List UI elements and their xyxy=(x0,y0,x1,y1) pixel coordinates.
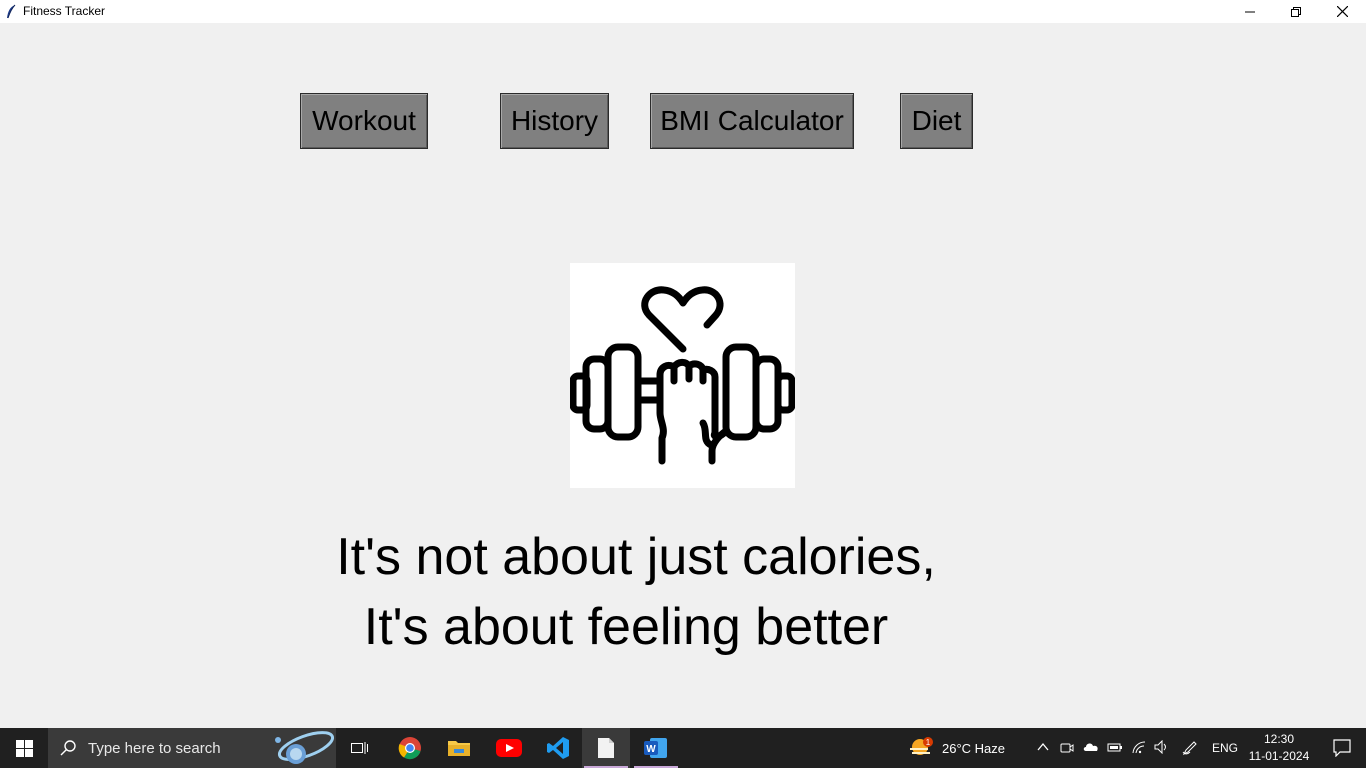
svg-text:W: W xyxy=(646,744,656,755)
youtube-icon xyxy=(496,739,522,757)
restore-button[interactable] xyxy=(1273,0,1319,23)
dumbbell-heart-icon xyxy=(570,286,795,465)
meet-icon[interactable] xyxy=(1060,740,1074,756)
history-button[interactable]: History xyxy=(500,93,609,149)
onedrive-icon[interactable] xyxy=(1082,740,1100,754)
youtube-app[interactable] xyxy=(485,728,533,768)
search-highlight-icon xyxy=(275,731,335,764)
start-button[interactable] xyxy=(0,728,48,768)
chrome-app[interactable] xyxy=(386,728,434,768)
restore-icon xyxy=(1291,6,1301,17)
quote-line-2: It's about feeling better xyxy=(363,598,889,656)
notepad-app[interactable] xyxy=(582,728,630,768)
weather-badge-count: 1 xyxy=(926,738,931,747)
language-indicator[interactable]: ENG xyxy=(1212,741,1238,755)
close-icon xyxy=(1336,6,1348,17)
notification-icon xyxy=(1333,739,1351,757)
task-view-button[interactable] xyxy=(336,728,384,768)
search-box[interactable]: Type here to search xyxy=(48,728,336,768)
vscode-app[interactable] xyxy=(534,728,582,768)
clock[interactable]: 12:30 11-01-2024 xyxy=(1248,731,1310,765)
battery-icon[interactable] xyxy=(1107,740,1123,754)
taskbar: Type here to search W 1 26°C Haze ENG 12… xyxy=(0,728,1366,768)
notification-button[interactable] xyxy=(1318,728,1366,768)
window-title: Fitness Tracker xyxy=(23,4,106,18)
word-app[interactable]: W xyxy=(632,728,680,768)
weather-widget[interactable]: 1 26°C Haze xyxy=(908,728,1005,768)
clock-date: 11-01-2024 xyxy=(1248,749,1310,763)
clock-time: 12:30 xyxy=(1263,732,1295,746)
chevron-up-icon[interactable] xyxy=(1036,740,1050,754)
task-view-icon xyxy=(351,742,368,754)
weather-text: 26°C Haze xyxy=(942,740,1006,756)
volume-icon[interactable] xyxy=(1154,740,1170,754)
search-icon xyxy=(60,740,76,756)
close-button[interactable] xyxy=(1319,0,1365,23)
windows-icon xyxy=(15,739,33,757)
word-icon: W xyxy=(644,738,667,758)
vscode-icon xyxy=(547,737,569,759)
pen-icon[interactable] xyxy=(1182,740,1198,756)
minimize-icon xyxy=(1245,11,1255,12)
wifi-icon[interactable] xyxy=(1131,740,1147,754)
minimize-button[interactable] xyxy=(1227,0,1273,23)
document-icon xyxy=(598,738,614,758)
weather-haze-icon: 1 xyxy=(910,737,933,755)
bmi-calculator-button[interactable]: BMI Calculator xyxy=(650,93,854,149)
file-explorer-app[interactable] xyxy=(435,728,483,768)
workout-button[interactable]: Workout xyxy=(300,93,428,149)
diet-button[interactable]: Diet xyxy=(900,93,973,149)
feather-icon xyxy=(7,4,16,19)
folder-icon xyxy=(448,741,470,756)
title-bar: Fitness Tracker xyxy=(0,0,1366,23)
quote-line-1: It's not about just calories, xyxy=(336,528,936,586)
chrome-icon xyxy=(398,737,421,760)
fitness-image xyxy=(570,263,795,488)
search-placeholder: Type here to search xyxy=(88,740,221,757)
